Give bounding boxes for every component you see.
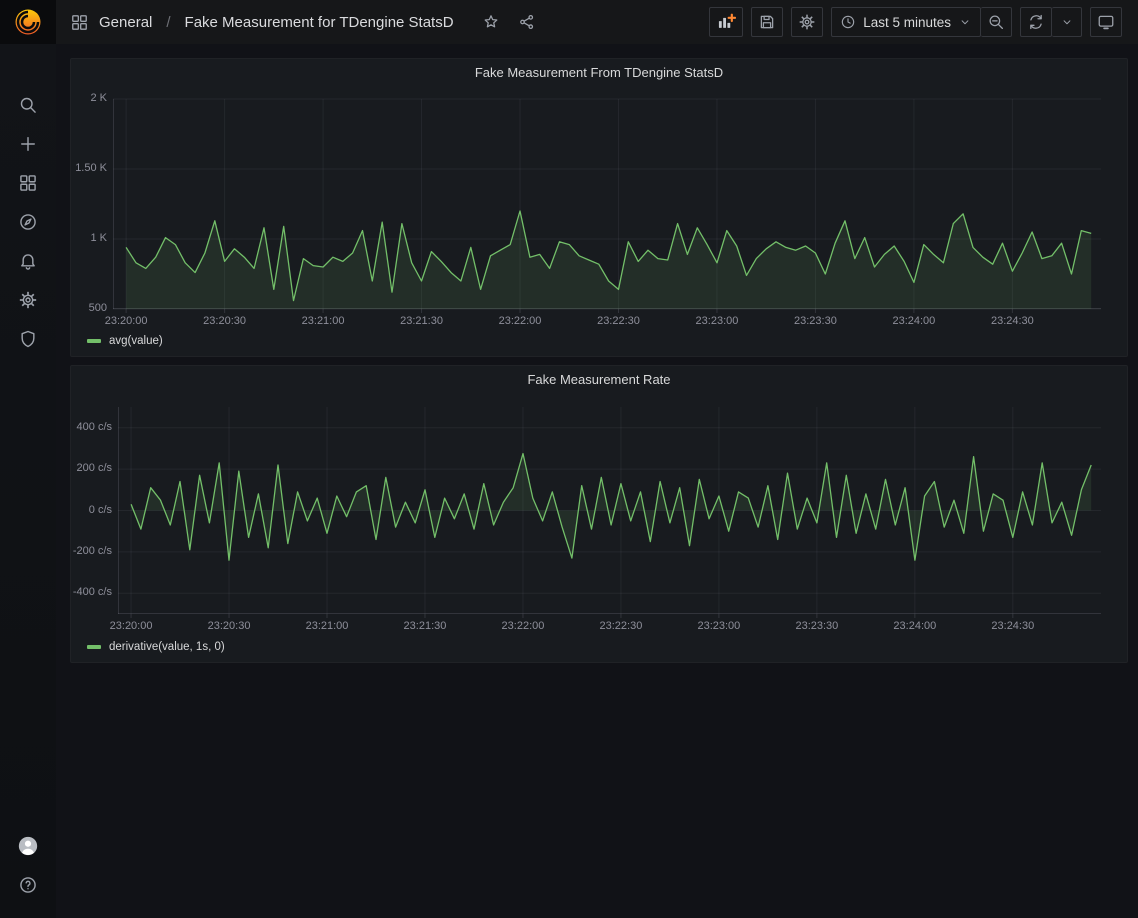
x-axis-tick-label: 23:24:30 [991, 315, 1034, 327]
zoom-out-time-button[interactable] [981, 7, 1012, 37]
x-axis-tick-label: 23:20:00 [105, 315, 148, 327]
add-panel-icon [716, 12, 736, 32]
share-dashboard-button[interactable] [514, 9, 540, 35]
star-dashboard-button[interactable] [478, 9, 504, 35]
grafana-logo-icon [13, 7, 43, 37]
cycle-view-mode-button[interactable] [1090, 7, 1122, 37]
legend: avg(value) [87, 335, 163, 347]
sidebar-item-configuration[interactable] [0, 280, 56, 319]
legend: derivative(value, 1s, 0) [87, 641, 225, 653]
refresh-icon [1027, 13, 1045, 31]
x-axis-tick-label: 23:22:00 [502, 620, 545, 632]
dashboard-toolbar: Last 5 minutes [709, 7, 1122, 37]
breadcrumb-separator: / [166, 14, 170, 31]
save-dashboard-button[interactable] [751, 7, 783, 37]
x-axis-tick-label: 23:21:00 [306, 620, 349, 632]
x-axis-tick-label: 23:24:00 [892, 315, 935, 327]
sidebar-item-alerting[interactable] [0, 241, 56, 280]
x-axis-tick-label: 23:20:30 [203, 315, 246, 327]
star-icon [482, 13, 500, 31]
timeseries-plot-area[interactable]: 400 c/s200 c/s0 c/s-200 c/s-400 c/s23:20… [118, 407, 1101, 614]
legend-series-label[interactable]: avg(value) [109, 335, 163, 347]
x-axis-tick-label: 23:21:00 [302, 315, 345, 327]
add-panel-button[interactable] [709, 7, 743, 37]
zoom-out-icon [987, 13, 1005, 31]
y-axis-tick-label: 1 K [61, 232, 107, 244]
y-axis-tick-label: -400 c/s [66, 586, 112, 598]
breadcrumb-dashboards-button[interactable] [70, 13, 89, 32]
y-axis-tick-label: 200 c/s [66, 462, 112, 474]
y-axis-tick-label: 1.50 K [61, 162, 107, 174]
legend-series-swatch [87, 645, 101, 649]
y-axis-tick-label: -200 c/s [66, 545, 112, 557]
panel-fake-measurement-rate: Fake Measurement Rate 400 c/s200 c/s0 c/… [70, 365, 1128, 663]
chevron-down-icon [1060, 15, 1074, 29]
cycle-view-tv-icon [1097, 13, 1115, 31]
sidebar-item-search[interactable] [0, 85, 56, 124]
legend-series-swatch [87, 339, 101, 343]
sidebar-item-server-admin[interactable] [0, 319, 56, 358]
sidebar-item-explore[interactable] [0, 202, 56, 241]
explore-compass-icon [18, 212, 38, 232]
top-header: General / Fake Measurement for TDengine … [56, 0, 1138, 44]
x-axis-tick-label: 23:23:30 [795, 620, 838, 632]
share-icon [518, 13, 536, 31]
y-axis-tick-label: 2 K [61, 92, 107, 104]
create-plus-icon [18, 134, 38, 154]
x-axis-tick-label: 23:20:30 [208, 620, 251, 632]
y-axis-tick-label: 0 c/s [66, 504, 112, 516]
panel-title[interactable]: Fake Measurement Rate [71, 372, 1127, 387]
timeseries-plot-area[interactable]: 2 K1.50 K1 K50023:20:0023:20:3023:21:002… [113, 99, 1101, 309]
breadcrumb-folder[interactable]: General [99, 14, 152, 31]
x-axis-tick-label: 23:22:30 [597, 315, 640, 327]
clock-icon [840, 14, 856, 30]
help-question-icon [18, 875, 38, 895]
x-axis-tick-label: 23:22:00 [499, 315, 542, 327]
chevron-down-icon [958, 15, 972, 29]
time-range-picker[interactable]: Last 5 minutes [831, 7, 981, 37]
x-axis-tick-label: 23:22:30 [600, 620, 643, 632]
legend-series-label[interactable]: derivative(value, 1s, 0) [109, 641, 225, 653]
panel-fake-measurement: Fake Measurement From TDengine StatsD 2 … [70, 58, 1128, 357]
refresh-dashboard-button[interactable] [1020, 7, 1052, 37]
server-admin-shield-icon [18, 329, 38, 349]
dashboard-settings-gear-icon [798, 13, 816, 31]
breadcrumb-dashboard-title[interactable]: Fake Measurement for TDengine StatsD [185, 14, 454, 31]
dashboard-settings-button[interactable] [791, 7, 823, 37]
refresh-interval-dropdown[interactable] [1052, 7, 1082, 37]
sidebar-item-dashboards[interactable] [0, 163, 56, 202]
dashboards-grid-icon [18, 173, 38, 193]
x-axis-tick-label: 23:23:00 [696, 315, 739, 327]
sidebar-item-create[interactable] [0, 124, 56, 163]
x-axis-tick-label: 23:21:30 [400, 315, 443, 327]
x-axis-tick-label: 23:20:00 [110, 620, 153, 632]
save-dashboard-icon [758, 13, 776, 31]
alerting-bell-icon [18, 251, 38, 271]
configuration-gear-icon [18, 290, 38, 310]
x-axis-tick-label: 23:23:30 [794, 315, 837, 327]
sidebar-item-help[interactable] [0, 865, 56, 904]
user-avatar [17, 835, 39, 857]
sidebar [0, 0, 56, 918]
sidebar-item-profile[interactable] [0, 826, 56, 865]
x-axis-tick-label: 23:24:30 [991, 620, 1034, 632]
y-axis-tick-label: 500 [61, 302, 107, 314]
x-axis-tick-label: 23:21:30 [404, 620, 447, 632]
x-axis-tick-label: 23:23:00 [697, 620, 740, 632]
y-axis-tick-label: 400 c/s [66, 421, 112, 433]
grafana-logo[interactable] [0, 0, 56, 44]
breadcrumb: General / Fake Measurement for TDengine … [70, 9, 540, 35]
x-axis-tick-label: 23:24:00 [893, 620, 936, 632]
search-icon [18, 95, 38, 115]
panel-title[interactable]: Fake Measurement From TDengine StatsD [71, 65, 1127, 80]
time-range-label: Last 5 minutes [863, 15, 951, 30]
dashboards-grid-icon [70, 13, 89, 32]
